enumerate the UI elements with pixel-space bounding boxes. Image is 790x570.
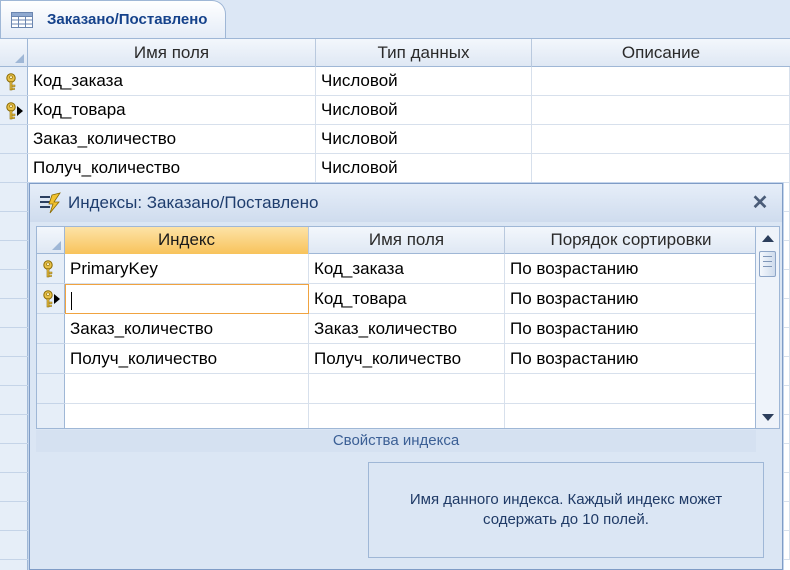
index-field-cell[interactable]: Код_товара bbox=[309, 284, 505, 314]
index-row-selector[interactable] bbox=[37, 314, 65, 344]
description-cell[interactable] bbox=[532, 67, 790, 96]
current-row-arrow-icon bbox=[17, 105, 23, 116]
index-row-selector[interactable] bbox=[37, 284, 65, 314]
indexes-icon bbox=[40, 192, 61, 214]
indexes-grid-header: Индекс Имя поля Порядок сортировки bbox=[37, 227, 755, 254]
index-name-cell[interactable]: PrimaryKey bbox=[65, 254, 309, 284]
primary-key-icon bbox=[5, 101, 17, 125]
row-selector[interactable] bbox=[0, 357, 28, 386]
index-field-cell[interactable]: Получ_количество bbox=[309, 344, 505, 374]
index-field-cell[interactable]: Заказ_количество bbox=[309, 314, 505, 344]
data-type-cell[interactable]: Числовой bbox=[316, 96, 532, 125]
row-selector[interactable] bbox=[0, 183, 28, 212]
data-type-cell[interactable]: Числовой bbox=[316, 154, 532, 183]
column-header-sort-order[interactable]: Порядок сортировки bbox=[505, 227, 755, 254]
row-selector[interactable] bbox=[0, 125, 28, 154]
row-selector[interactable] bbox=[0, 328, 28, 357]
index-field-cell[interactable] bbox=[309, 404, 505, 428]
sort-order-cell[interactable]: По возрастанию bbox=[505, 314, 755, 344]
sort-order-cell[interactable] bbox=[505, 404, 755, 428]
index-row-selector[interactable] bbox=[37, 404, 65, 428]
field-name-cell[interactable]: Получ_количество bbox=[28, 154, 316, 183]
column-header-description[interactable]: Описание bbox=[532, 39, 790, 67]
row-selector[interactable] bbox=[0, 67, 28, 96]
description-cell[interactable] bbox=[532, 125, 790, 154]
design-grid-row[interactable]: Получ_количество Числовой bbox=[0, 154, 790, 183]
index-field-cell[interactable]: Код_заказа bbox=[309, 254, 505, 284]
column-header-index-field[interactable]: Имя поля bbox=[309, 227, 505, 254]
indexes-dialog: Индексы: Заказано/Поставлено ✕ Индекс Им… bbox=[29, 183, 783, 570]
index-row-selector[interactable] bbox=[37, 254, 65, 284]
scroll-down-button[interactable] bbox=[756, 406, 779, 428]
indexes-grid: Индекс Имя поля Порядок сортировки Prima… bbox=[36, 226, 756, 429]
primary-key-icon bbox=[42, 290, 54, 313]
index-name-cell[interactable] bbox=[65, 284, 309, 314]
close-button[interactable]: ✕ bbox=[748, 190, 772, 214]
vertical-scrollbar[interactable] bbox=[756, 226, 780, 429]
index-properties-panel: Имя данного индекса. Каждый индекс может… bbox=[36, 452, 780, 566]
primary-key-icon bbox=[5, 72, 17, 96]
row-selector[interactable] bbox=[0, 473, 28, 502]
row-selector[interactable] bbox=[0, 270, 28, 299]
row-selector[interactable] bbox=[0, 386, 28, 415]
column-header-data-type[interactable]: Тип данных bbox=[316, 39, 532, 67]
row-selector[interactable] bbox=[0, 531, 28, 560]
document-tab[interactable]: Заказано/Поставлено bbox=[0, 0, 226, 38]
text-caret bbox=[71, 291, 72, 310]
design-grid-header: Имя поля Тип данных Описание bbox=[0, 39, 790, 67]
row-selector[interactable] bbox=[0, 212, 28, 241]
description-cell[interactable] bbox=[532, 154, 790, 183]
scroll-up-arrow-icon bbox=[761, 234, 774, 242]
scroll-down-arrow-icon bbox=[761, 413, 774, 421]
sort-order-cell[interactable]: По возрастанию bbox=[505, 344, 755, 374]
index-name-cell[interactable] bbox=[65, 404, 309, 428]
primary-key-icon bbox=[42, 260, 54, 283]
sort-order-cell[interactable]: По возрастанию bbox=[505, 254, 755, 284]
dialog-title-bar[interactable]: Индексы: Заказано/Поставлено ✕ bbox=[30, 184, 782, 222]
design-grid-row[interactable]: Код_товара Числовой bbox=[0, 96, 790, 125]
design-grid-row[interactable]: Заказ_количество Числовой bbox=[0, 125, 790, 154]
index-row[interactable]: Получ_количество Получ_количество По возра… bbox=[37, 344, 755, 374]
column-header-field-name[interactable]: Имя поля bbox=[28, 39, 316, 67]
description-cell[interactable] bbox=[532, 96, 790, 125]
table-icon bbox=[11, 11, 33, 28]
index-name-cell[interactable]: Заказ_количество bbox=[65, 314, 309, 344]
index-name-cell[interactable]: Получ_количество bbox=[65, 344, 309, 374]
help-text: Имя данного индекса. Каждый индекс может… bbox=[368, 462, 764, 558]
index-row-selector[interactable] bbox=[37, 374, 65, 404]
field-name-cell[interactable]: Код_заказа bbox=[28, 67, 316, 96]
design-grid-row[interactable]: Код_заказа Числовой bbox=[0, 67, 790, 96]
index-row[interactable]: Код_товара По возрастанию bbox=[37, 284, 755, 314]
index-select-all-corner[interactable] bbox=[37, 227, 65, 254]
document-tab-title: Заказано/Поставлено bbox=[47, 11, 208, 28]
index-row[interactable]: Заказ_количество Заказ_количество По возра… bbox=[37, 314, 755, 344]
row-selector[interactable] bbox=[0, 241, 28, 270]
index-row-selector[interactable] bbox=[37, 344, 65, 374]
row-selector[interactable] bbox=[0, 154, 28, 183]
scroll-thumb[interactable] bbox=[759, 251, 776, 277]
index-row[interactable] bbox=[37, 404, 755, 428]
column-header-index[interactable]: Индекс bbox=[65, 227, 309, 254]
field-name-cell[interactable]: Код_товара bbox=[28, 96, 316, 125]
dialog-title: Индексы: Заказано/Поставлено bbox=[68, 193, 319, 212]
row-selector[interactable] bbox=[0, 502, 28, 531]
row-selector[interactable] bbox=[0, 299, 28, 328]
current-row-arrow-icon bbox=[54, 294, 60, 304]
sort-order-cell[interactable]: По возрастанию bbox=[505, 284, 755, 314]
index-field-cell[interactable] bbox=[309, 374, 505, 404]
data-type-cell[interactable]: Числовой bbox=[316, 67, 532, 96]
index-name-cell[interactable] bbox=[65, 374, 309, 404]
index-row[interactable]: PrimaryKey Код_заказа По возрастанию bbox=[37, 254, 755, 284]
index-properties-label: Свойства индекса bbox=[36, 430, 756, 452]
row-selector[interactable] bbox=[0, 444, 28, 473]
sort-order-cell[interactable] bbox=[505, 374, 755, 404]
select-all-corner[interactable] bbox=[0, 39, 28, 67]
index-row[interactable] bbox=[37, 374, 755, 404]
row-selector[interactable] bbox=[0, 96, 28, 125]
field-name-cell[interactable]: Заказ_количество bbox=[28, 125, 316, 154]
row-selector[interactable] bbox=[0, 415, 28, 444]
scroll-up-button[interactable] bbox=[756, 227, 779, 249]
data-type-cell[interactable]: Числовой bbox=[316, 125, 532, 154]
close-icon: ✕ bbox=[751, 191, 769, 214]
